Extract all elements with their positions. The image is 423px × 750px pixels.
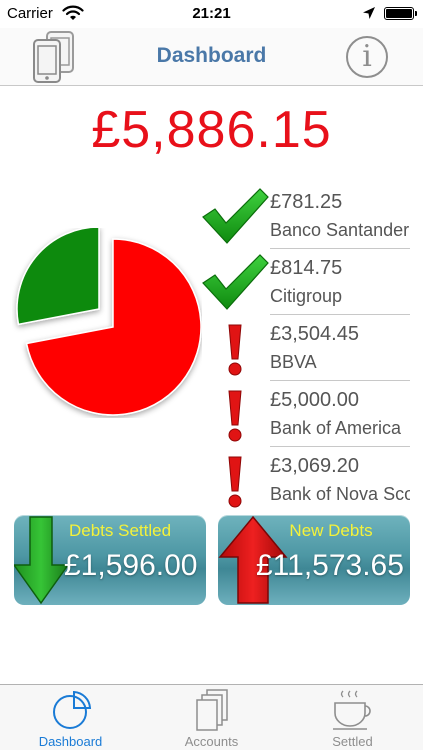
debts-settled-value: £1,596.00 <box>64 549 198 582</box>
account-amount: £781.25 <box>270 191 343 213</box>
account-name: Citigroup <box>270 286 343 306</box>
tab-label: Accounts <box>184 734 239 749</box>
account-row[interactable]: £3,069.20 Bank of Nova Scotia <box>200 447 410 513</box>
tab-bar: Dashboard Accounts Settled <box>0 684 423 750</box>
account-amount: £5,000.00 <box>270 389 359 411</box>
debts-settled-label: Debts Settled <box>68 521 172 540</box>
account-row[interactable]: £781.25 Banco Santander <box>200 183 410 249</box>
pie-chart-icon <box>52 690 91 729</box>
account-row[interactable]: £5,000.00 Bank of America <box>200 381 410 447</box>
tab-settled[interactable]: Settled <box>282 685 423 750</box>
total-amount: £5,886.15 <box>91 101 332 159</box>
account-amount: £814.75 <box>270 257 343 279</box>
navigation-bar: Dashboard i <box>0 28 423 86</box>
new-debts-label: New Debts <box>289 521 373 540</box>
tab-accounts[interactable]: Accounts <box>141 685 282 750</box>
location-arrow-icon <box>363 7 375 19</box>
pie-slice-settled <box>16 228 100 326</box>
exclamation-icon <box>228 390 242 442</box>
debts-settled-button[interactable]: Debts Settled £1,596.00 <box>14 515 206 605</box>
account-amount: £3,069.20 <box>270 455 359 477</box>
checkmark-icon <box>202 254 269 310</box>
exclamation-icon <box>228 324 242 376</box>
account-name: Bank of America <box>270 418 402 438</box>
debt-pie-chart <box>16 228 202 416</box>
info-button[interactable]: i <box>346 36 388 78</box>
account-name: Bank of Nova Scotia <box>270 484 410 504</box>
account-list: £781.25 Banco Santander £814.75 Citigrou… <box>200 183 410 513</box>
new-debts-button[interactable]: New Debts £11,573.65 <box>218 515 410 605</box>
tab-label: Settled <box>332 734 373 749</box>
account-row[interactable]: £814.75 Citigroup <box>200 249 410 315</box>
battery-icon <box>384 7 417 20</box>
exclamation-icon <box>228 456 242 508</box>
account-row[interactable]: £3,504.45 BBVA <box>200 315 410 381</box>
tab-dashboard[interactable]: Dashboard <box>0 685 141 750</box>
stacked-pages-icon <box>195 689 228 731</box>
coffee-cup-icon <box>332 690 371 730</box>
account-amount: £3,504.45 <box>270 323 359 345</box>
info-icon: i <box>362 39 372 74</box>
account-name: BBVA <box>270 352 317 372</box>
checkmark-icon <box>202 188 269 244</box>
account-name: Banco Santander <box>270 220 410 240</box>
status-bar: Carrier 21:21 <box>0 0 423 28</box>
tab-label: Dashboard <box>38 734 103 749</box>
new-debts-value: £11,573.65 <box>256 549 404 582</box>
clock: 21:21 <box>192 5 231 22</box>
